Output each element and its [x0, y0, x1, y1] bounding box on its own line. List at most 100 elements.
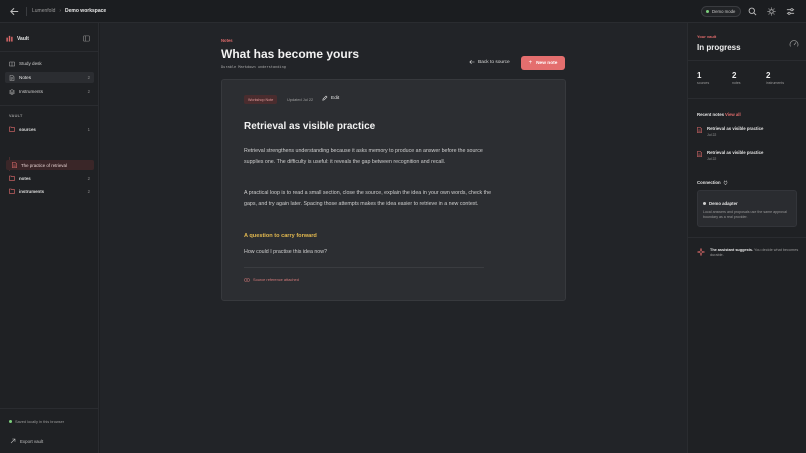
demo-mode-badge[interactable]: Demo mode [701, 6, 742, 17]
status-dot [9, 420, 12, 423]
edit-label: Edit [331, 95, 340, 101]
adapter-card[interactable]: Demo adapter Local answers and proposals… [697, 190, 797, 227]
divider [26, 7, 27, 16]
back-to-source-button[interactable]: Back to source [469, 59, 510, 65]
question-text: How could I practise this idea now? [244, 249, 328, 255]
folder-instruments[interactable]: instruments 2 [5, 186, 94, 196]
page-eyebrow: Notes [221, 38, 233, 43]
source-reference-label: Source reference attached [253, 277, 299, 282]
folder-sources[interactable]: sources 1 [5, 124, 94, 134]
stat-number: 2 [732, 71, 737, 80]
top-bar: Lumenfold › Demo workspace Demo mode [0, 0, 806, 23]
export-arrow-icon [10, 438, 16, 444]
export-vault-button[interactable]: Export vault [10, 438, 43, 444]
nav-item-count: 2 [87, 89, 90, 94]
assistant-note-bold: The assistant suggests. [710, 248, 754, 252]
recent-note-date: Jul 22 [707, 133, 717, 137]
folder-open-icon [9, 126, 15, 132]
folder-count: 2 [87, 188, 90, 194]
recent-notes-label: Recent notes [697, 112, 724, 117]
folder-icon [9, 175, 15, 181]
adapter-name: Demo adapter [703, 201, 738, 206]
page-subtitle: Durable Markdown understanding [221, 65, 286, 69]
folder-count: 1 [87, 126, 90, 132]
note-type-badge: Workshop Note [244, 95, 278, 104]
stat-instruments: 2 instruments [766, 71, 784, 85]
book-icon [9, 61, 15, 67]
search-icon[interactable] [748, 7, 757, 16]
note-icon [9, 74, 15, 81]
arrow-left-icon [469, 59, 475, 65]
divider [0, 105, 99, 106]
stat-label: notes [732, 81, 741, 85]
breadcrumb-current: Demo workspace [65, 8, 107, 14]
folder-count: 2 [87, 175, 90, 181]
adapter-name-label: Demo adapter [709, 201, 738, 206]
assistant-note: The assistant suggests. You decide what … [697, 248, 799, 259]
back-to-source-label: Back to source [478, 59, 510, 65]
folder-notes[interactable]: notes 2 [5, 173, 94, 183]
new-note-button[interactable]: + New note [521, 56, 565, 70]
breadcrumb: Lumenfold › Demo workspace [32, 8, 106, 14]
recent-note-item[interactable]: Retrieval as visible practice Jul 22 [697, 126, 763, 137]
progress-gauge-icon [789, 39, 799, 49]
folder-icon [9, 188, 15, 194]
note-icon [697, 127, 702, 133]
recent-note-title: Retrieval as visible practice [707, 126, 764, 131]
adapter-description: Local answers and proposals use the same… [703, 210, 787, 220]
stat-number: 2 [766, 71, 771, 80]
question-heading: A question to carry forward [244, 233, 317, 239]
brand: Vault [6, 35, 29, 42]
nav-item-count: 2 [87, 75, 90, 80]
brand-name: Vault [17, 35, 29, 42]
recent-note-item[interactable]: Retrieval as visible practice Jul 22 [697, 150, 763, 161]
stat-number: 1 [697, 71, 702, 80]
sliders-icon[interactable] [786, 7, 795, 16]
sun-icon[interactable] [767, 7, 776, 16]
view-all-link[interactable]: View all [725, 112, 741, 117]
note-paragraph: Retrieval strengthens understanding beca… [244, 148, 483, 166]
plus-icon: + [528, 60, 533, 66]
vault-section-label: VAULT [9, 114, 23, 118]
link-icon [244, 277, 250, 282]
panel-title: In progress [697, 43, 741, 52]
stat-label: instruments [766, 81, 785, 85]
file-icon [12, 162, 17, 168]
nav-item-label: Study desk [19, 61, 42, 66]
stat-sources: 1 sources [697, 71, 709, 85]
divider [0, 51, 99, 52]
layers-icon [9, 88, 15, 95]
divider [688, 237, 806, 238]
pencil-icon [322, 95, 328, 101]
divider [688, 60, 806, 61]
edit-button[interactable]: Edit [322, 95, 339, 101]
new-note-label: New note [536, 60, 558, 66]
file-the-practice-of-retrieval[interactable]: The practice of retrieval [6, 160, 94, 170]
connection-heading: Connection [697, 180, 728, 186]
panel-eyebrow: Your vault [697, 34, 717, 39]
note-paragraph: A practical loop is to read a small sect… [244, 190, 492, 208]
nav-item-instruments[interactable]: Instruments 2 [5, 86, 94, 97]
folder-label: sources [19, 126, 36, 132]
status-dot [703, 202, 706, 205]
source-reference-link[interactable]: Source reference attached [244, 277, 299, 282]
status-dot [706, 10, 709, 13]
nav-item-study-desk[interactable]: Study desk [5, 58, 94, 69]
collapse-sidebar-icon[interactable] [83, 35, 90, 42]
recent-note-title: Retrieval as visible practice [707, 150, 764, 155]
sparkle-icon [697, 248, 705, 256]
nav-item-label: Notes [19, 75, 32, 80]
breadcrumb-workspace-owner[interactable]: Lumenfold [32, 8, 55, 14]
folder-label: instruments [19, 188, 45, 194]
demo-mode-label: Demo mode [712, 9, 736, 14]
nav-item-notes[interactable]: Notes 2 [5, 72, 94, 83]
nav-item-label: Instruments [19, 89, 43, 94]
sidebar: Vault Study desk Notes 2 Instruments 2 V… [0, 23, 99, 453]
vault-logo-icon [6, 35, 13, 42]
saved-status: Saved locally in this browser [9, 419, 64, 424]
vault-panel: Your vault In progress 1 sources 2 notes… [687, 23, 806, 453]
connection-label: Connection [697, 180, 721, 185]
main-content: Notes What has become yours Durable Mark… [100, 23, 687, 453]
back-arrow-icon[interactable] [9, 6, 20, 17]
note-icon [697, 151, 702, 157]
